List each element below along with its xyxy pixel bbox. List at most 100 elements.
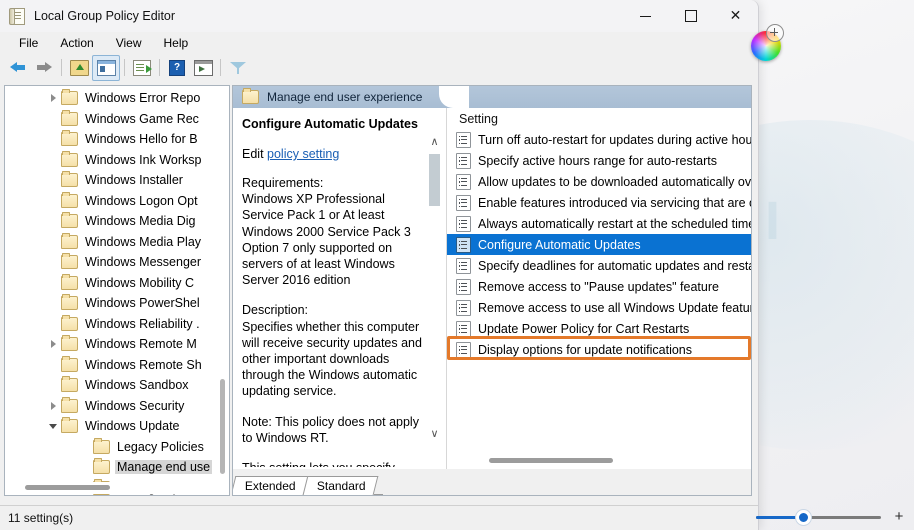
setting-row[interactable]: Turn off auto-restart for updates during… [447,129,751,150]
setting-row-selected[interactable]: Configure Automatic Updates [447,234,751,255]
tab-standard[interactable]: Standard [302,476,378,495]
settings-horizontal-scrollbar[interactable] [469,455,751,467]
tree-item-label: Windows Security [85,398,185,413]
folder-icon [61,109,78,126]
export-list-button[interactable] [129,56,155,80]
setting-row[interactable]: Specify active hours range for auto-rest… [447,150,751,171]
tree-item[interactable]: Windows Update [5,416,217,437]
folder-icon [61,89,78,106]
show-hide-action-pane-button[interactable] [190,56,216,80]
extended-scroll-thumb[interactable] [429,154,440,206]
zoom-slider-knob[interactable] [796,510,811,525]
tree-item[interactable]: Windows PowerShel [5,293,217,314]
folder-icon [242,88,259,104]
menu-file[interactable]: File [8,34,49,52]
requirements-text: Windows XP Professional Service Pack 1 o… [242,192,411,288]
setting-row[interactable]: Remove access to "Pause updates" feature [447,276,751,297]
toolbar-separator [220,59,221,76]
tree-expander-spacer [45,355,61,375]
show-hide-console-tree-button[interactable] [92,54,120,81]
tree-item[interactable]: Windows Media Dig [5,211,217,232]
console-tree-pane[interactable]: Windows Error Repo Windows Game Rec Window… [4,85,230,496]
filter-button[interactable] [225,56,251,80]
policy-setting-icon [456,320,471,337]
settings-list-column: Setting Turn off auto-restart for update… [447,108,751,469]
close-button[interactable]: ✕ [713,0,758,32]
tree-item[interactable]: Windows Logon Opt [5,191,217,212]
tree-expander-spacer [45,232,61,252]
chevron-right-icon[interactable] [45,334,61,354]
description-text: Specifies whether this computer will rec… [242,319,422,399]
policy-setting-link[interactable]: policy setting [267,147,339,161]
tab-extended-label: Extended [244,479,296,493]
extended-vertical-scrollbar[interactable]: ∧ ∨ [427,134,442,441]
setting-row[interactable]: Display options for update notifications [447,339,751,360]
zoom-in-icon[interactable]: + [892,509,906,524]
tree-item[interactable]: Manage end use [5,457,217,478]
tree-item[interactable]: Legacy Policies [5,437,217,458]
scroll-up-icon[interactable]: ∧ [427,134,442,149]
policy-setting-icon [456,173,471,190]
tree-item-label: Windows Hello for B [85,132,198,147]
policy-setting-icon [456,215,471,232]
help-icon: ? [169,59,185,76]
tree-horizontal-scrollbar[interactable] [6,482,217,494]
chevron-down-icon[interactable] [45,416,61,436]
tree-item-label: Legacy Policies [117,439,204,454]
tree-item[interactable]: Windows Security [5,396,217,417]
policy-setting-icon [456,152,471,169]
zoom-slider[interactable]: + [756,509,906,525]
tree-vertical-scroll-thumb[interactable] [220,379,225,474]
window-content: Windows Error Repo Windows Game Rec Window… [0,81,758,500]
tree-item[interactable]: Windows Remote Sh [5,355,217,376]
menu-action[interactable]: Action [49,34,104,52]
tree-item-label: Manage end use [115,460,213,475]
tree-item[interactable]: Windows Hello for B [5,129,217,150]
help-button[interactable]: ? [164,56,190,80]
tree-expander-spacer [77,437,93,457]
tree-item[interactable]: Windows Game Rec [5,109,217,130]
setting-row-label: Remove access to use all Windows Update … [478,300,751,315]
tree-item-label: Windows Sandbox [85,378,189,393]
tree-vertical-scrollbar[interactable] [217,87,228,482]
tree-item-label: Windows Mobility C [85,275,195,290]
forward-button[interactable] [31,56,57,80]
setting-row[interactable]: Enable features introduced via servicing… [447,192,751,213]
back-button[interactable] [5,56,31,80]
tree-item[interactable]: Windows Installer [5,170,217,191]
tree-expander-spacer [45,109,61,129]
scroll-down-icon[interactable]: ∨ [427,426,442,441]
setting-row[interactable]: Specify deadlines for automatic updates … [447,255,751,276]
tree-item[interactable]: Windows Reliability . [5,314,217,335]
tab-extended[interactable]: Extended [233,476,309,495]
minimize-button[interactable] [623,0,668,32]
tree-item[interactable]: Windows Media Play [5,232,217,253]
tree-item[interactable]: Windows Error Repo [5,88,217,109]
chevron-right-icon[interactable] [45,88,61,108]
menu-view[interactable]: View [105,34,153,52]
tree-item[interactable]: Windows Mobility C [5,273,217,294]
tree-expander-spacer [45,375,61,395]
tree-item[interactable]: Windows Remote M [5,334,217,355]
maximize-button[interactable] [668,0,713,32]
chevron-right-icon[interactable] [45,396,61,416]
folder-icon [61,294,78,311]
settings-horizontal-scroll-thumb[interactable] [489,458,613,463]
setting-row[interactable]: Always automatically restart at the sche… [447,213,751,234]
folder-icon [61,253,78,270]
setting-row[interactable]: Remove access to use all Windows Update … [447,297,751,318]
tree-item[interactable]: Windows Messenger [5,252,217,273]
setting-row[interactable]: Update Power Policy for Cart Restarts [447,318,751,339]
folder-icon [61,273,78,290]
up-one-level-button[interactable] [66,56,92,80]
folder-icon [61,130,78,147]
setting-row[interactable]: Allow updates to be downloaded automatic… [447,171,751,192]
toolbar-separator [159,59,160,76]
status-bar: 11 setting(s) [0,505,758,530]
menu-help[interactable]: Help [153,34,200,52]
policy-setting-icon [456,236,471,253]
tree-item[interactable]: Windows Ink Worksp [5,150,217,171]
settings-column-header[interactable]: Setting [447,108,751,129]
tree-item[interactable]: Windows Sandbox [5,375,217,396]
tree-horizontal-scroll-thumb[interactable] [25,485,110,490]
